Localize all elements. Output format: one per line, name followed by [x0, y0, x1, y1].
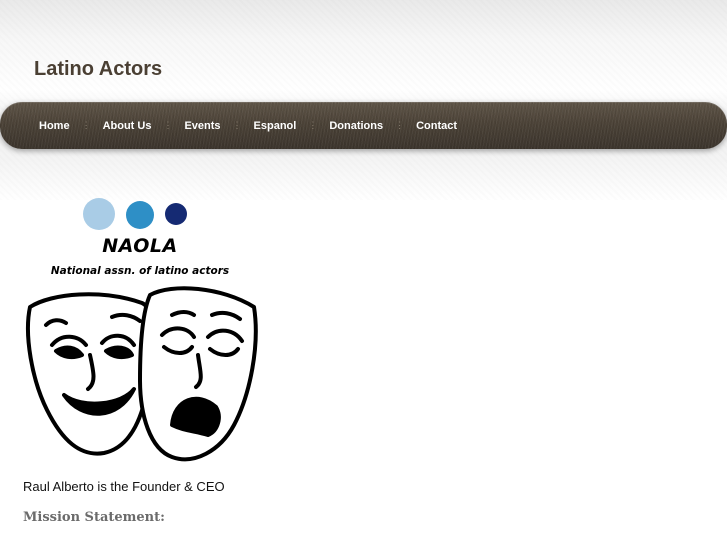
- nav-separator: ⋮: [163, 120, 173, 130]
- tragedy-mask: [138, 286, 258, 462]
- nav-separator: ⋮: [232, 120, 242, 130]
- nav-separator: ⋮: [81, 120, 91, 130]
- founder-text: Raul Alberto is the Founder & CEO: [23, 479, 225, 494]
- theater-masks-image: [26, 286, 258, 462]
- naola-logo: NAOLA National assn. of latino actors: [22, 195, 262, 470]
- logo-dot-dark: [165, 203, 187, 225]
- site-title[interactable]: Latino Actors: [34, 58, 162, 81]
- mission-statement-heading: Mission Statement:: [23, 510, 165, 525]
- nav-separator: ⋮: [395, 120, 405, 130]
- main-navigation: Home ⋮ About Us ⋮ Events ⋮ Espanol ⋮ Don…: [0, 102, 727, 149]
- nav-list: Home ⋮ About Us ⋮ Events ⋮ Espanol ⋮ Don…: [27, 102, 469, 149]
- nav-events[interactable]: Events: [172, 120, 232, 132]
- nav-separator: ⋮: [308, 120, 318, 130]
- logo-title: NAOLA: [102, 235, 178, 257]
- nav-about-us[interactable]: About Us: [91, 120, 164, 132]
- comedy-mask: [26, 292, 155, 456]
- header-background: [0, 0, 727, 200]
- nav-home[interactable]: Home: [27, 120, 82, 132]
- logo-tagline: National assn. of latino actors: [50, 265, 230, 277]
- nav-donations[interactable]: Donations: [317, 120, 395, 132]
- logo-dot-medium: [126, 201, 154, 229]
- logo-dot-light: [83, 198, 115, 230]
- nav-contact[interactable]: Contact: [404, 120, 469, 132]
- nav-espanol[interactable]: Espanol: [242, 120, 309, 132]
